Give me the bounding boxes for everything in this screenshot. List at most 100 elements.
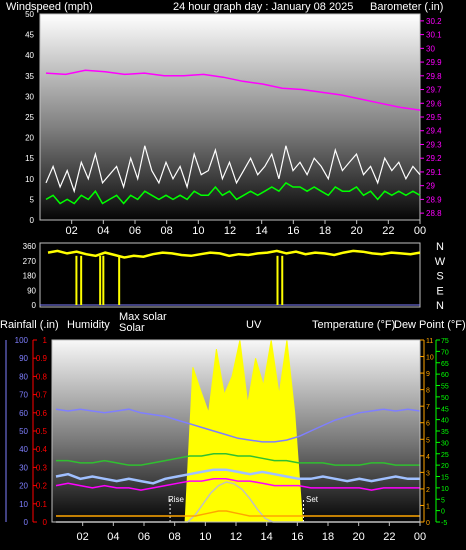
wind-barometer-panel: Windspeed (mph) 24 hour graph day : Janu… <box>6 1 443 237</box>
compass-label: E <box>436 285 443 297</box>
wind-tick-label: 50 <box>25 10 34 19</box>
x-tick-label: 10 <box>199 531 211 543</box>
x-tick-label: 12 <box>224 225 236 237</box>
humidity-tick-label: 60 <box>19 409 28 418</box>
wind-tick-label: 20 <box>25 134 34 143</box>
baro-tick-label: 28.8 <box>426 209 442 218</box>
temperature-label: Temperature (°F) <box>312 319 395 331</box>
x-tick-label: 20 <box>351 225 363 237</box>
wind-x-ticks: 02 04 06 08 10 12 14 16 18 20 22 00 <box>66 220 426 237</box>
temp-tick-label: 5 <box>441 497 445 504</box>
rain-tick-label: 0.3 <box>36 463 48 472</box>
rain-tick-label: 0.9 <box>36 354 48 363</box>
x-tick-label: 02 <box>66 225 78 237</box>
compass-label: W <box>435 256 446 268</box>
baro-tick-label: 30.2 <box>426 17 442 26</box>
wind-tick-label: 45 <box>25 31 34 40</box>
temp-tick-label: 30 <box>441 440 449 447</box>
x-tick-label: 04 <box>97 225 109 237</box>
combined-x-ticks: 02 04 06 08 10 12 14 16 18 20 22 00 <box>77 522 426 543</box>
rain-tick-label: 0.6 <box>36 409 48 418</box>
temp-tick-label: 50 <box>441 395 449 402</box>
x-tick-label: 08 <box>161 225 173 237</box>
humidity-tick-label: 30 <box>19 463 28 472</box>
humidity-tick-label: 40 <box>19 445 28 454</box>
rain-tick-label: 0 <box>43 518 48 527</box>
humidity-tick-label: 90 <box>19 354 28 363</box>
uv-ticks: 0 1 2 3 4 5 6 7 8 9 10 11 <box>420 338 434 527</box>
x-tick-label: 12 <box>230 531 242 543</box>
humidity-tick-label: 50 <box>19 427 28 436</box>
uv-tick-label: 11 <box>426 338 433 345</box>
baro-tick-label: 29 <box>426 182 435 191</box>
temp-tick-label: 15 <box>441 475 449 482</box>
x-tick-label: 08 <box>169 531 181 543</box>
x-tick-label: 22 <box>383 531 395 543</box>
wind-tick-label: 15 <box>25 154 34 163</box>
uv-tick-label: 5 <box>426 437 430 444</box>
compass-label: N <box>436 241 444 253</box>
uv-tick-label: 1 <box>426 503 430 510</box>
x-tick-label: 14 <box>256 225 268 237</box>
wind-tick-label: 35 <box>25 72 34 81</box>
x-tick-label: 16 <box>291 531 303 543</box>
baro-tick-label: 29.8 <box>426 72 442 81</box>
baro-tick-label: 29.4 <box>426 127 442 136</box>
uv-tick-label: 10 <box>426 355 434 362</box>
uv-tick-label: 2 <box>426 487 430 494</box>
humidity-tick-label: 0 <box>24 518 29 527</box>
direction-left-ticks: 0 90 180 270 360 <box>23 242 37 310</box>
x-tick-label: 20 <box>353 531 365 543</box>
x-tick-label: 06 <box>138 531 150 543</box>
wind-tick-label: 0 <box>30 216 35 225</box>
sunset-marker: Set <box>306 495 319 504</box>
wind-tick-label: 10 <box>25 175 34 184</box>
x-tick-label: 18 <box>322 531 334 543</box>
baro-tick-label: 29.7 <box>426 86 442 95</box>
baro-tick-label: 29.3 <box>426 140 442 149</box>
temp-tick-label: 65 <box>441 361 449 368</box>
barometer-right-label: Barometer (.in) <box>370 1 443 13</box>
direction-tick-label: 0 <box>32 301 37 310</box>
temp-tick-label: 35 <box>441 429 449 436</box>
wind-left-label: Windspeed (mph) <box>6 1 93 13</box>
humidity-tick-label: 70 <box>19 391 28 400</box>
wind-direction-panel: 090180270360 NWSEN <box>23 241 446 312</box>
temp-tick-label: 40 <box>441 418 449 425</box>
x-tick-label: 00 <box>414 225 426 237</box>
rain-tick-label: 0.8 <box>36 372 48 381</box>
temp-ticks: -5 0 5 10 15 20 25 30 35 40 45 50 55 60 65 70 75 <box>436 338 449 527</box>
x-tick-label: 10 <box>192 225 204 237</box>
wind-tick-label: 30 <box>25 92 34 101</box>
direction-compass-labels: NWSEN <box>435 241 446 312</box>
humidity-label: Humidity <box>67 319 110 331</box>
uv-tick-label: 6 <box>426 421 430 428</box>
x-tick-label: 22 <box>382 225 394 237</box>
x-tick-label: 16 <box>287 225 299 237</box>
rain-tick-label: 0.7 <box>36 391 48 400</box>
wind-tick-label: 40 <box>25 51 34 60</box>
uv-tick-label: 0 <box>426 520 430 527</box>
wind-left-ticks: 0 5 10 15 20 25 30 35 40 45 50 <box>25 10 34 225</box>
x-tick-label: 14 <box>261 531 273 543</box>
temp-tick-label: 60 <box>441 372 449 379</box>
temp-tick-label: 45 <box>441 406 449 413</box>
humidity-tick-label: 20 <box>19 482 28 491</box>
baro-tick-label: 30 <box>426 44 435 53</box>
uv-tick-label: 7 <box>426 404 430 411</box>
baro-tick-label: 30.1 <box>426 31 442 40</box>
sunrise-marker: Rise <box>168 495 185 504</box>
rain-tick-label: 0.5 <box>36 427 48 436</box>
direction-tick-label: 270 <box>23 257 37 266</box>
wind-plot-background <box>40 14 420 220</box>
wind-tick-label: 25 <box>25 113 34 122</box>
direction-tick-label: 90 <box>27 286 36 295</box>
rain-tick-label: 0.2 <box>36 482 48 491</box>
compass-label: S <box>436 271 443 283</box>
x-tick-label: 02 <box>77 531 89 543</box>
humidity-ticks: 0 10 20 30 40 50 60 70 80 90 100 <box>15 336 29 527</box>
rain-ticks: 0 0.1 0.2 0.3 0.4 0.5 0.6 0.7 0.8 0.9 1 <box>33 336 48 527</box>
x-tick-label: 04 <box>107 531 119 543</box>
uv-tick-label: 8 <box>426 388 430 395</box>
temp-tick-label: 20 <box>441 463 449 470</box>
